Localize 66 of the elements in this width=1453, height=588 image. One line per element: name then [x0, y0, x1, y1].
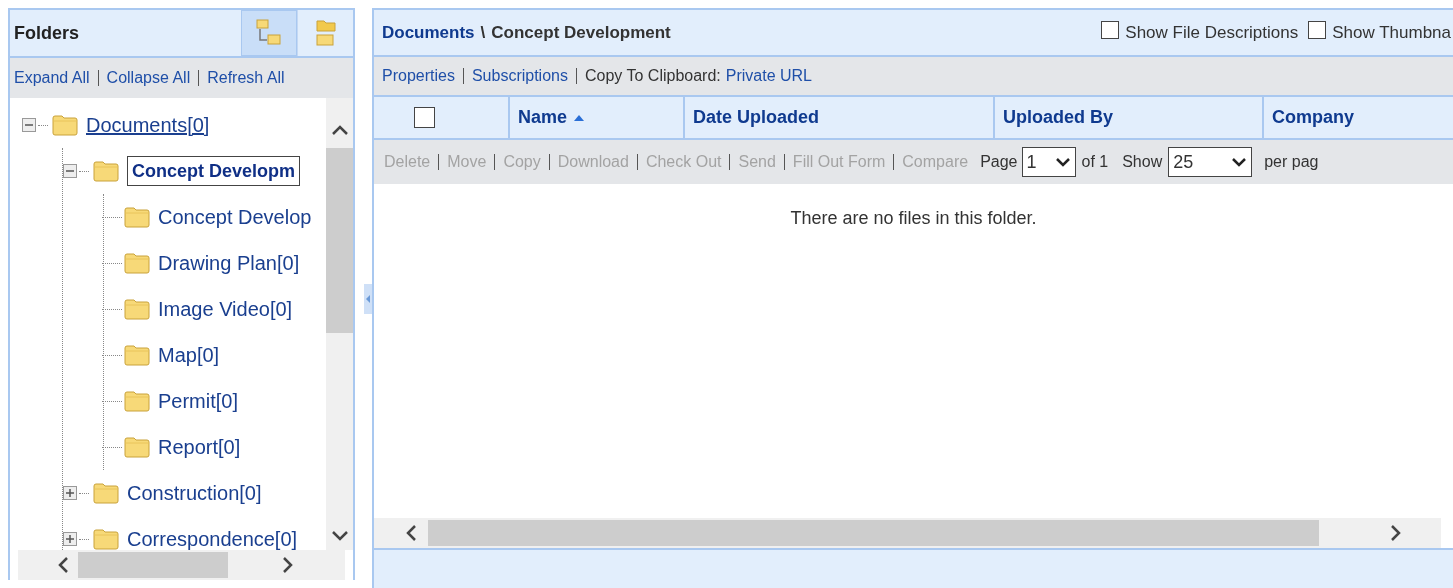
- scroll-right-icon[interactable]: [1389, 524, 1403, 542]
- panel-title: Folders: [13, 22, 79, 44]
- checkbox-label[interactable]: Show File Descriptions: [1125, 22, 1299, 43]
- vertical-scrollbar[interactable]: [326, 98, 353, 550]
- dropdown-caret-icon: [1054, 156, 1071, 168]
- folder-link[interactable]: Report[0]: [158, 435, 241, 459]
- dropdown-caret-icon: [1231, 156, 1248, 168]
- toolbar-link[interactable]: Refresh All: [207, 69, 285, 87]
- folder-icon: [124, 206, 150, 228]
- folder-icon: [124, 390, 150, 412]
- breadcrumb-link[interactable]: Documents: [382, 22, 475, 43]
- toolbar-link[interactable]: Properties: [382, 67, 455, 85]
- collapse-handle[interactable]: [364, 284, 372, 314]
- page-select[interactable]: 1: [1021, 147, 1076, 177]
- breadcrumb-separator: \: [480, 22, 486, 43]
- select-all-checkbox[interactable]: [414, 107, 435, 128]
- pager-label: Show: [1122, 153, 1163, 171]
- page-size-select[interactable]: 25: [1168, 147, 1253, 177]
- folder-icon: [124, 436, 150, 458]
- folder-link[interactable]: Construction[0]: [127, 481, 262, 505]
- pager-label: per pag: [1264, 153, 1319, 171]
- checkbox[interactable]: [1101, 20, 1120, 39]
- toolbar-link[interactable]: Subscriptions: [471, 67, 568, 85]
- checkbox-label[interactable]: Show Thumbna: [1332, 22, 1451, 43]
- collapse-icon[interactable]: [22, 118, 36, 132]
- toolbar-label: Copy To Clipboard:: [584, 67, 721, 85]
- folder-tree-icon: [256, 19, 282, 47]
- scroll-right-icon[interactable]: [281, 556, 295, 574]
- column-header[interactable]: Date Uploaded: [683, 97, 993, 138]
- toolbar-link[interactable]: Private URL: [725, 67, 812, 85]
- scroll-left-icon[interactable]: [56, 556, 70, 574]
- column-header[interactable]: Uploaded By: [993, 97, 1262, 138]
- horizontal-scrollbar[interactable]: [374, 518, 1441, 548]
- horizontal-scrollbar[interactable]: [18, 550, 345, 580]
- folder-icon: [93, 528, 119, 550]
- folders-icon: [314, 19, 337, 47]
- folder-icon: [124, 298, 150, 320]
- folder-link[interactable]: Correspondence[0]: [127, 527, 298, 550]
- checkbox[interactable]: [1308, 20, 1327, 39]
- pager-label: Page: [980, 153, 1018, 171]
- folder-icon: [93, 482, 119, 504]
- collapse-icon[interactable]: [63, 164, 77, 178]
- scroll-left-icon[interactable]: [404, 524, 418, 542]
- folder-link[interactable]: Image Video[0]: [158, 297, 293, 321]
- folder-link[interactable]: Permit[0]: [158, 389, 239, 413]
- scroll-up-icon[interactable]: [330, 124, 349, 136]
- toolbar-link[interactable]: Collapse All: [106, 69, 191, 87]
- breadcrumb-current: Concept Development: [491, 22, 671, 43]
- column-header[interactable]: Company: [1262, 97, 1453, 138]
- folder-icon: [124, 252, 150, 274]
- folder-link[interactable]: Documents[0]: [86, 113, 210, 137]
- page-count: of 1: [1081, 153, 1109, 171]
- expand-icon[interactable]: [63, 486, 77, 500]
- expand-icon[interactable]: [63, 532, 77, 546]
- folder-icon: [52, 114, 78, 136]
- scroll-down-icon[interactable]: [330, 530, 349, 542]
- folder-link[interactable]: Drawing Plan[0]: [158, 251, 300, 275]
- folder-link[interactable]: Concept Developm: [127, 156, 301, 186]
- toolbar-link[interactable]: Expand All: [14, 69, 90, 87]
- folder-link[interactable]: Map[0]: [158, 343, 220, 367]
- folder-icon: [93, 160, 119, 182]
- column-header[interactable]: Name: [508, 97, 683, 138]
- folder-link[interactable]: Concept Develop: [158, 205, 312, 229]
- folder-icon: [124, 344, 150, 366]
- empty-message: There are no files in this folder.: [790, 208, 1037, 229]
- sort-ascending-icon: [573, 113, 586, 122]
